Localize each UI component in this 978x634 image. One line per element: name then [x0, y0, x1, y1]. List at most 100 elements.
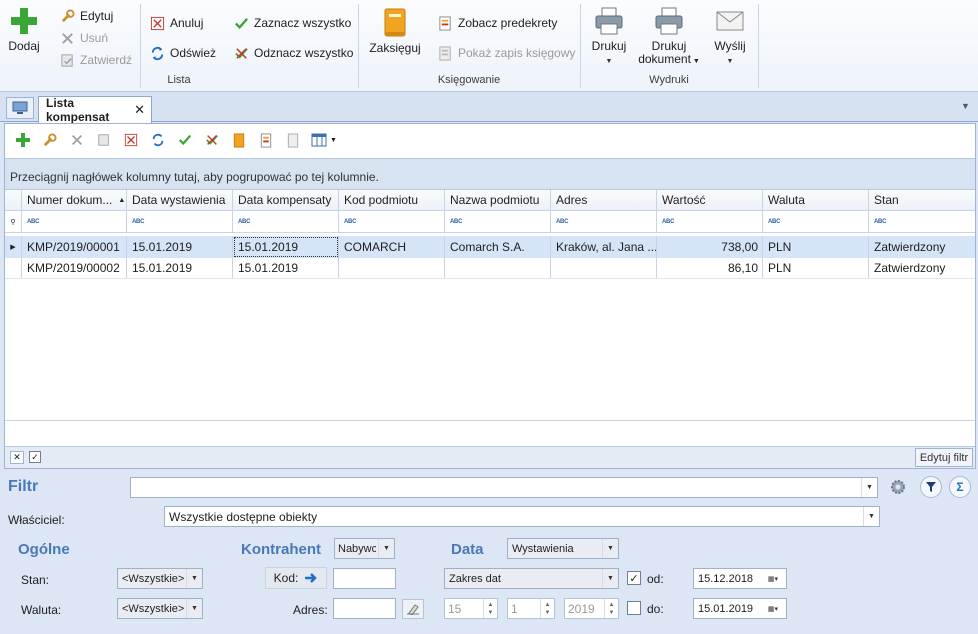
address-input[interactable]: [333, 598, 396, 619]
filter-combo[interactable]: ▼: [130, 477, 878, 498]
to-date-checkbox[interactable]: [627, 601, 641, 615]
cancel-button[interactable]: Anuluj: [150, 13, 203, 33]
print-button[interactable]: Drukuj ▼: [588, 6, 630, 68]
group-label-ksiegowanie: Księgowanie: [437, 74, 501, 86]
filter-cell[interactable]: ABC: [445, 211, 551, 232]
delete-button[interactable]: Usuń: [60, 28, 108, 48]
currency-select[interactable]: <Wszystkie> ▼: [117, 598, 203, 619]
owner-select[interactable]: Wszystkie dostępne obiekty ▼: [164, 506, 880, 527]
entry-doc-icon[interactable]: [279, 128, 306, 152]
month-spinner[interactable]: 1 ▲ ▼: [507, 598, 555, 619]
column-header-currency[interactable]: Waluta: [763, 190, 869, 210]
edit-filter-button[interactable]: Edytuj filtr: [915, 448, 973, 467]
checkmark-icon[interactable]: [171, 128, 198, 152]
tab-lista-kompensat[interactable]: Lista kompensat ✕: [38, 96, 152, 124]
day-spinner[interactable]: 15 ▲ ▼: [444, 598, 498, 619]
uncheck-icon[interactable]: [198, 128, 225, 152]
row-indicator-icon: ▶: [5, 236, 22, 258]
approve-button[interactable]: Zatwierdź: [60, 50, 132, 70]
address-label: Adres:: [293, 603, 328, 617]
predecree-doc-icon[interactable]: [252, 128, 279, 152]
group-hint: Przeciągnij nagłówek kolumny tutaj, aby …: [5, 158, 975, 190]
filter-cell[interactable]: ABC: [127, 211, 233, 232]
cell-number: KMP/2019/00002: [22, 258, 127, 278]
tab-home[interactable]: [6, 97, 34, 119]
column-header-entity-name[interactable]: Nazwa podmiotu: [445, 190, 551, 210]
chevron-down-icon: ▼: [863, 507, 879, 526]
post-button[interactable]: Zaksięguj: [366, 8, 424, 55]
send-button[interactable]: Wyślij ▼: [712, 6, 748, 68]
filter-cell[interactable]: ABC: [657, 211, 763, 232]
chevron-down-icon: ▼: [726, 58, 734, 65]
contractor-type-select[interactable]: Nabywca▼: [334, 538, 395, 559]
column-header-value[interactable]: Wartość: [657, 190, 763, 210]
cell-currency: PLN: [763, 258, 869, 278]
filter-cell[interactable]: ABC: [869, 211, 971, 232]
select-all-button[interactable]: Zaznacz wszystko: [234, 13, 351, 33]
refresh-button[interactable]: Odśwież: [150, 43, 216, 63]
columns-icon[interactable]: ▼: [306, 128, 342, 152]
column-header-status[interactable]: Stan: [869, 190, 971, 210]
to-date-picker[interactable]: 15.01.2019 ▦▾: [693, 598, 787, 619]
code-label: Kod:: [273, 571, 299, 585]
show-entry-button[interactable]: Pokaż zapis księgowy: [438, 43, 575, 63]
code-input[interactable]: [333, 568, 396, 589]
edit-button[interactable]: Edytuj: [60, 6, 113, 26]
cell-status: Zatwierdzony: [874, 240, 946, 254]
table-row[interactable]: ▶ KMP/2019/00001 15.01.2019 15.01.2019 C…: [5, 236, 975, 258]
year-spinner[interactable]: 2019 ▲ ▼: [564, 598, 619, 619]
code-lookup-button[interactable]: Kod:: [265, 567, 327, 589]
cell-value: 86,10: [657, 258, 763, 278]
column-header-issue-date[interactable]: Data wystawienia: [127, 190, 233, 210]
calendar-icon: ▦▾: [760, 569, 786, 588]
grid-header: Numer dokum... ▲ Data wystawienia Data ko…: [5, 190, 975, 211]
general-section-title: Ogólne: [18, 541, 70, 558]
add-button[interactable]: Dodaj: [6, 6, 42, 53]
column-header-entity-code[interactable]: Kod podmiotu: [339, 190, 445, 210]
filter-enabled-checkbox[interactable]: ✓: [29, 451, 41, 463]
send-label: Wyślij: [714, 39, 746, 53]
from-date-checkbox[interactable]: ✓: [627, 571, 641, 585]
deselect-all-button[interactable]: Odznacz wszystko: [234, 43, 353, 63]
print-document-button[interactable]: Drukuj dokument ▼: [636, 6, 702, 68]
filter-cell[interactable]: ABC: [22, 211, 127, 232]
table-row[interactable]: KMP/2019/00002 15.01.2019 15.01.2019 86,…: [5, 258, 975, 279]
spinner-arrows-icon: ▲ ▼: [540, 599, 554, 618]
cell-compensation-date[interactable]: 15.01.2019: [233, 236, 339, 258]
print-label: Drukuj: [591, 39, 627, 53]
from-label: od:: [647, 572, 664, 586]
filter-cell[interactable]: ABC: [551, 211, 657, 232]
monitor-icon: [12, 101, 28, 114]
show-entry-label: Pokaż zapis księgowy: [458, 46, 576, 60]
cancel-doc-icon[interactable]: [117, 128, 144, 152]
cell-currency: PLN: [763, 236, 869, 258]
chevron-down-icon[interactable]: ▼: [961, 101, 970, 111]
close-icon: [62, 32, 73, 44]
column-header-number[interactable]: Numer dokum... ▲: [22, 190, 127, 210]
date-range-select[interactable]: Zakres dat ▼: [444, 568, 619, 589]
gear-icon[interactable]: [887, 476, 909, 498]
wrench-icon[interactable]: [36, 128, 63, 152]
clear-filter-icon[interactable]: ✕: [10, 451, 24, 464]
refresh-icon[interactable]: [144, 128, 171, 152]
ledger-book-icon[interactable]: [225, 128, 252, 152]
close-icon[interactable]: ✕: [134, 102, 145, 118]
show-predecrees-button[interactable]: Zobacz predekrety: [438, 13, 557, 33]
approve-doc-icon[interactable]: [90, 128, 117, 152]
filter-cell[interactable]: ABC: [339, 211, 445, 232]
add-icon[interactable]: [9, 128, 36, 152]
status-label: Stan:: [21, 573, 50, 587]
date-type-select[interactable]: Wystawienia ▼: [507, 538, 619, 559]
filter-cell[interactable]: ABC: [233, 211, 339, 232]
sigma-icon[interactable]: Σ: [949, 476, 971, 498]
column-header-address[interactable]: Adres: [551, 190, 657, 210]
from-date-picker[interactable]: 15.12.2018 ▦▾: [693, 568, 787, 589]
filter-cell[interactable]: ABC: [763, 211, 869, 232]
eraser-icon[interactable]: [402, 599, 424, 619]
status-select[interactable]: <Wszystkie> ▼: [117, 568, 203, 589]
column-header-compensation-date[interactable]: Data kompensaty: [233, 190, 339, 210]
owner-label: Właściciel:: [8, 513, 65, 527]
close-icon[interactable]: [63, 128, 90, 152]
funnel-icon[interactable]: [920, 476, 942, 498]
cell-value: 738,00: [657, 236, 763, 258]
